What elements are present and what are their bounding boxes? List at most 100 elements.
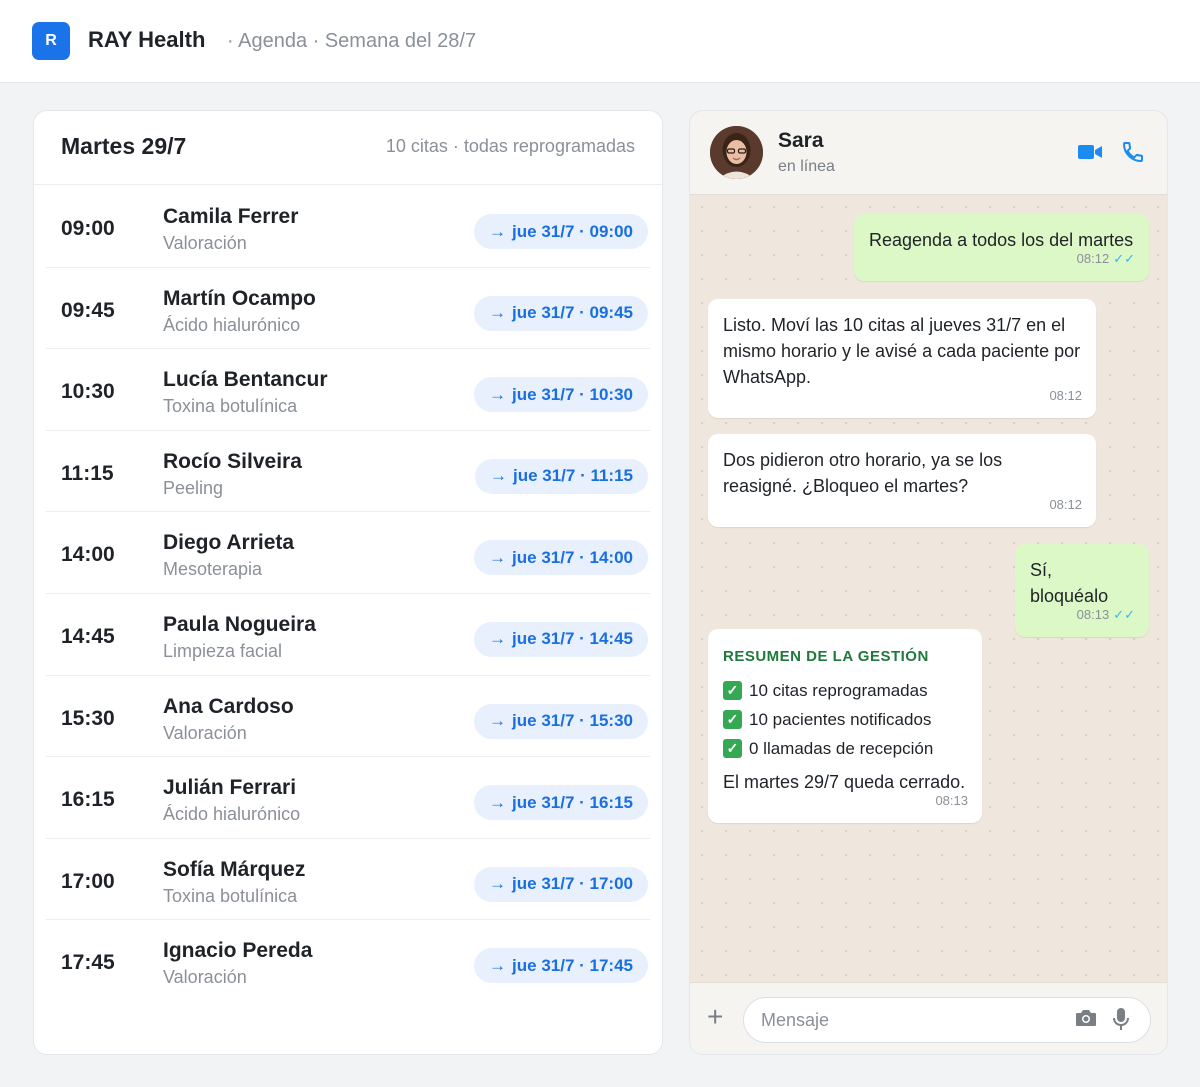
appointment-row[interactable]: 17:00 Sofía Márquez Toxina botulínica → j… xyxy=(46,839,650,921)
service-name: Valoración xyxy=(163,233,247,253)
message-outgoing[interactable]: Sí, bloquéalo 08:13 ✓✓ xyxy=(1015,544,1149,637)
message-meta: 08:12 ✓✓ xyxy=(1077,246,1135,272)
service-name: Peeling xyxy=(163,477,224,498)
rescheduled-slot-label: jue 31/7 · 09:00 xyxy=(512,221,633,241)
contact-name: Sara xyxy=(778,129,824,152)
message-time: 08:12 xyxy=(1049,497,1082,512)
service-name: Mesoterapia xyxy=(163,559,263,580)
avatar[interactable] xyxy=(710,126,763,179)
rescheduled-slot-badge[interactable]: → jue 31/7 · 17:00 xyxy=(474,866,648,902)
appointment-time: 11:15 xyxy=(61,461,114,485)
rescheduled-slot-badge[interactable]: → jue 31/7 · 17:45 xyxy=(474,948,648,984)
avatar-portrait-icon xyxy=(710,126,763,179)
message-time: 08:13 xyxy=(935,793,968,808)
check-mark-icon: ✓ xyxy=(723,710,742,729)
summary-item-label: 10 pacientes notificados xyxy=(749,710,932,729)
service-name: Ácido hialurónico xyxy=(163,314,301,335)
microphone-icon xyxy=(1113,1008,1129,1030)
appointment-time: 14:00 xyxy=(61,543,115,567)
appointment-row[interactable]: 10:30 Lucía Bentancur Toxina botulínica … xyxy=(46,349,650,431)
arrow-right-icon: → xyxy=(489,384,507,404)
appointment-time: 10:30 xyxy=(61,380,115,404)
appointment-row[interactable]: 14:45 Paula Nogueira Limpieza facial → ju… xyxy=(46,594,650,676)
message-meta: 08:13 xyxy=(935,788,968,814)
arrow-right-icon: → xyxy=(489,874,507,894)
appointment-row[interactable]: 14:00 Diego Arrieta Mesoterapia → jue 31/… xyxy=(46,512,650,594)
check-mark-icon: ✓ xyxy=(723,739,742,758)
message-time: 08:12 xyxy=(1049,388,1082,403)
arrow-right-icon: → xyxy=(489,303,507,323)
summary-item: ✓ 0 llamadas de recepción xyxy=(723,734,967,763)
summary-item-label: 0 llamadas de recepción xyxy=(749,739,934,758)
message-text: Dos pidieron otro horario, ya se los rea… xyxy=(723,450,1003,496)
rescheduled-slot-label: jue 31/7 · 14:45 xyxy=(512,629,633,649)
rescheduled-slot-badge[interactable]: → jue 31/7 · 14:00 xyxy=(474,540,648,576)
rescheduled-slot-badge[interactable]: → jue 31/7 · 14:45 xyxy=(474,621,648,657)
appointment-row[interactable]: 09:00 Camila Ferrer Valoración → jue 31/7… xyxy=(46,186,650,268)
patient-name: Julián Ferrari xyxy=(163,776,297,800)
patient-name: Rocío Silveira xyxy=(163,449,302,473)
summary-item: ✓ 10 pacientes notificados xyxy=(723,705,967,734)
summary-item-label: 10 citas reprogramadas xyxy=(749,681,928,700)
arrow-right-icon: → xyxy=(489,711,507,731)
patient-name: Martín Ocampo xyxy=(163,286,316,310)
appointment-list: 09:00 Camila Ferrer Valoración → jue 31/7… xyxy=(46,186,650,1002)
rescheduled-slot-label: jue 31/7 · 14:00 xyxy=(512,547,633,567)
agenda-summary: 10 citas · todas reprogramadas xyxy=(385,136,635,156)
appointment-time: 17:00 xyxy=(61,869,115,893)
rescheduled-slot-badge[interactable]: → jue 31/7 · 11:15 xyxy=(474,458,648,494)
patient-name: Ignacio Pereda xyxy=(163,939,313,963)
service-name: Valoración xyxy=(163,722,247,743)
arrow-right-icon: → xyxy=(489,221,507,241)
breadcrumb: · Agenda · Semana del 28/7 xyxy=(227,30,477,52)
message-incoming[interactable]: Listo. Moví las 10 citas al jueves 31/7 … xyxy=(708,299,1096,418)
appointment-row[interactable]: 17:45 Ignacio Pereda Valoración → jue 31/… xyxy=(46,920,650,1002)
check-mark-icon: ✓ xyxy=(723,681,742,700)
rescheduled-slot-badge[interactable]: → jue 31/7 · 15:30 xyxy=(474,703,648,739)
rescheduled-slot-label: jue 31/7 · 17:00 xyxy=(512,874,633,894)
rescheduled-slot-badge[interactable]: → jue 31/7 · 09:45 xyxy=(474,295,648,331)
ray-logo-icon[interactable]: R xyxy=(32,22,70,60)
summary-title: RESUMEN DE LA GESTIÓN xyxy=(723,648,929,665)
appointment-row[interactable]: 09:45 Martín Ocampo Ácido hialurónico → j… xyxy=(46,268,650,350)
arrow-right-icon: → xyxy=(489,955,507,975)
message-incoming[interactable]: Dos pidieron otro horario, ya se los rea… xyxy=(708,434,1096,527)
appointment-row[interactable]: 16:15 Julián Ferrari Ácido hialurónico →… xyxy=(46,757,650,839)
presence-status: en línea xyxy=(778,158,835,175)
attach-plus-icon[interactable]: + xyxy=(707,1003,723,1031)
rescheduled-slot-badge[interactable]: → jue 31/7 · 10:30 xyxy=(474,377,648,413)
camera-button[interactable] xyxy=(1075,1009,1097,1032)
rescheduled-slot-label: jue 31/7 · 15:30 xyxy=(512,711,633,731)
brand-name: RAY Health xyxy=(88,27,206,52)
rescheduled-slot-badge[interactable]: → jue 31/7 · 16:15 xyxy=(474,785,648,821)
service-name: Toxina botulínica xyxy=(163,396,298,417)
camera-icon xyxy=(1076,1010,1096,1026)
rescheduled-slot-badge[interactable]: → jue 31/7 · 09:00 xyxy=(474,214,648,249)
phone-icon xyxy=(1122,142,1143,163)
chat-header: Sara en línea xyxy=(690,111,1167,195)
arrow-right-icon: → xyxy=(489,466,507,486)
message-text: Listo. Moví las 10 citas al jueves 31/7 … xyxy=(723,315,1081,387)
patient-name: Camila Ferrer xyxy=(163,205,299,228)
rescheduled-slot-label: jue 31/7 · 09:45 xyxy=(512,303,633,323)
appointment-time: 09:00 xyxy=(61,217,115,240)
message-meta: 08:12 xyxy=(1049,492,1082,518)
microphone-button[interactable] xyxy=(1113,1007,1129,1036)
video-call-button[interactable] xyxy=(1077,139,1103,165)
voice-call-button[interactable] xyxy=(1120,139,1146,165)
video-camera-icon xyxy=(1078,145,1102,159)
summary-message[interactable]: RESUMEN DE LA GESTIÓN ✓ 10 citas reprogr… xyxy=(708,629,982,823)
appointment-row[interactable]: 15:30 Ana Cardoso Valoración → jue 31/7 ·… xyxy=(46,676,650,758)
agenda-day-title: Martes 29/7 xyxy=(61,133,187,159)
appointment-row[interactable]: 11:15 Rocío Silveira Peeling → jue 31/7 ·… xyxy=(46,431,650,513)
patient-name: Lucía Bentancur xyxy=(163,368,328,392)
appointment-time: 09:45 xyxy=(61,298,115,322)
message-outgoing[interactable]: Reagenda a todos los del martes 08:12 ✓✓ xyxy=(854,214,1149,281)
agenda-header: Martes 29/7 10 citas · todas reprogramad… xyxy=(34,111,662,185)
agenda-panel: Martes 29/7 10 citas · todas reprogramad… xyxy=(33,110,663,1055)
appointment-time: 14:45 xyxy=(61,624,115,648)
patient-name: Sofía Márquez xyxy=(163,857,306,881)
arrow-right-icon: → xyxy=(489,547,507,567)
top-bar: R RAY Health · Agenda · Semana del 28/7 xyxy=(0,0,1200,83)
rescheduled-slot-label: jue 31/7 · 11:15 xyxy=(512,466,633,486)
